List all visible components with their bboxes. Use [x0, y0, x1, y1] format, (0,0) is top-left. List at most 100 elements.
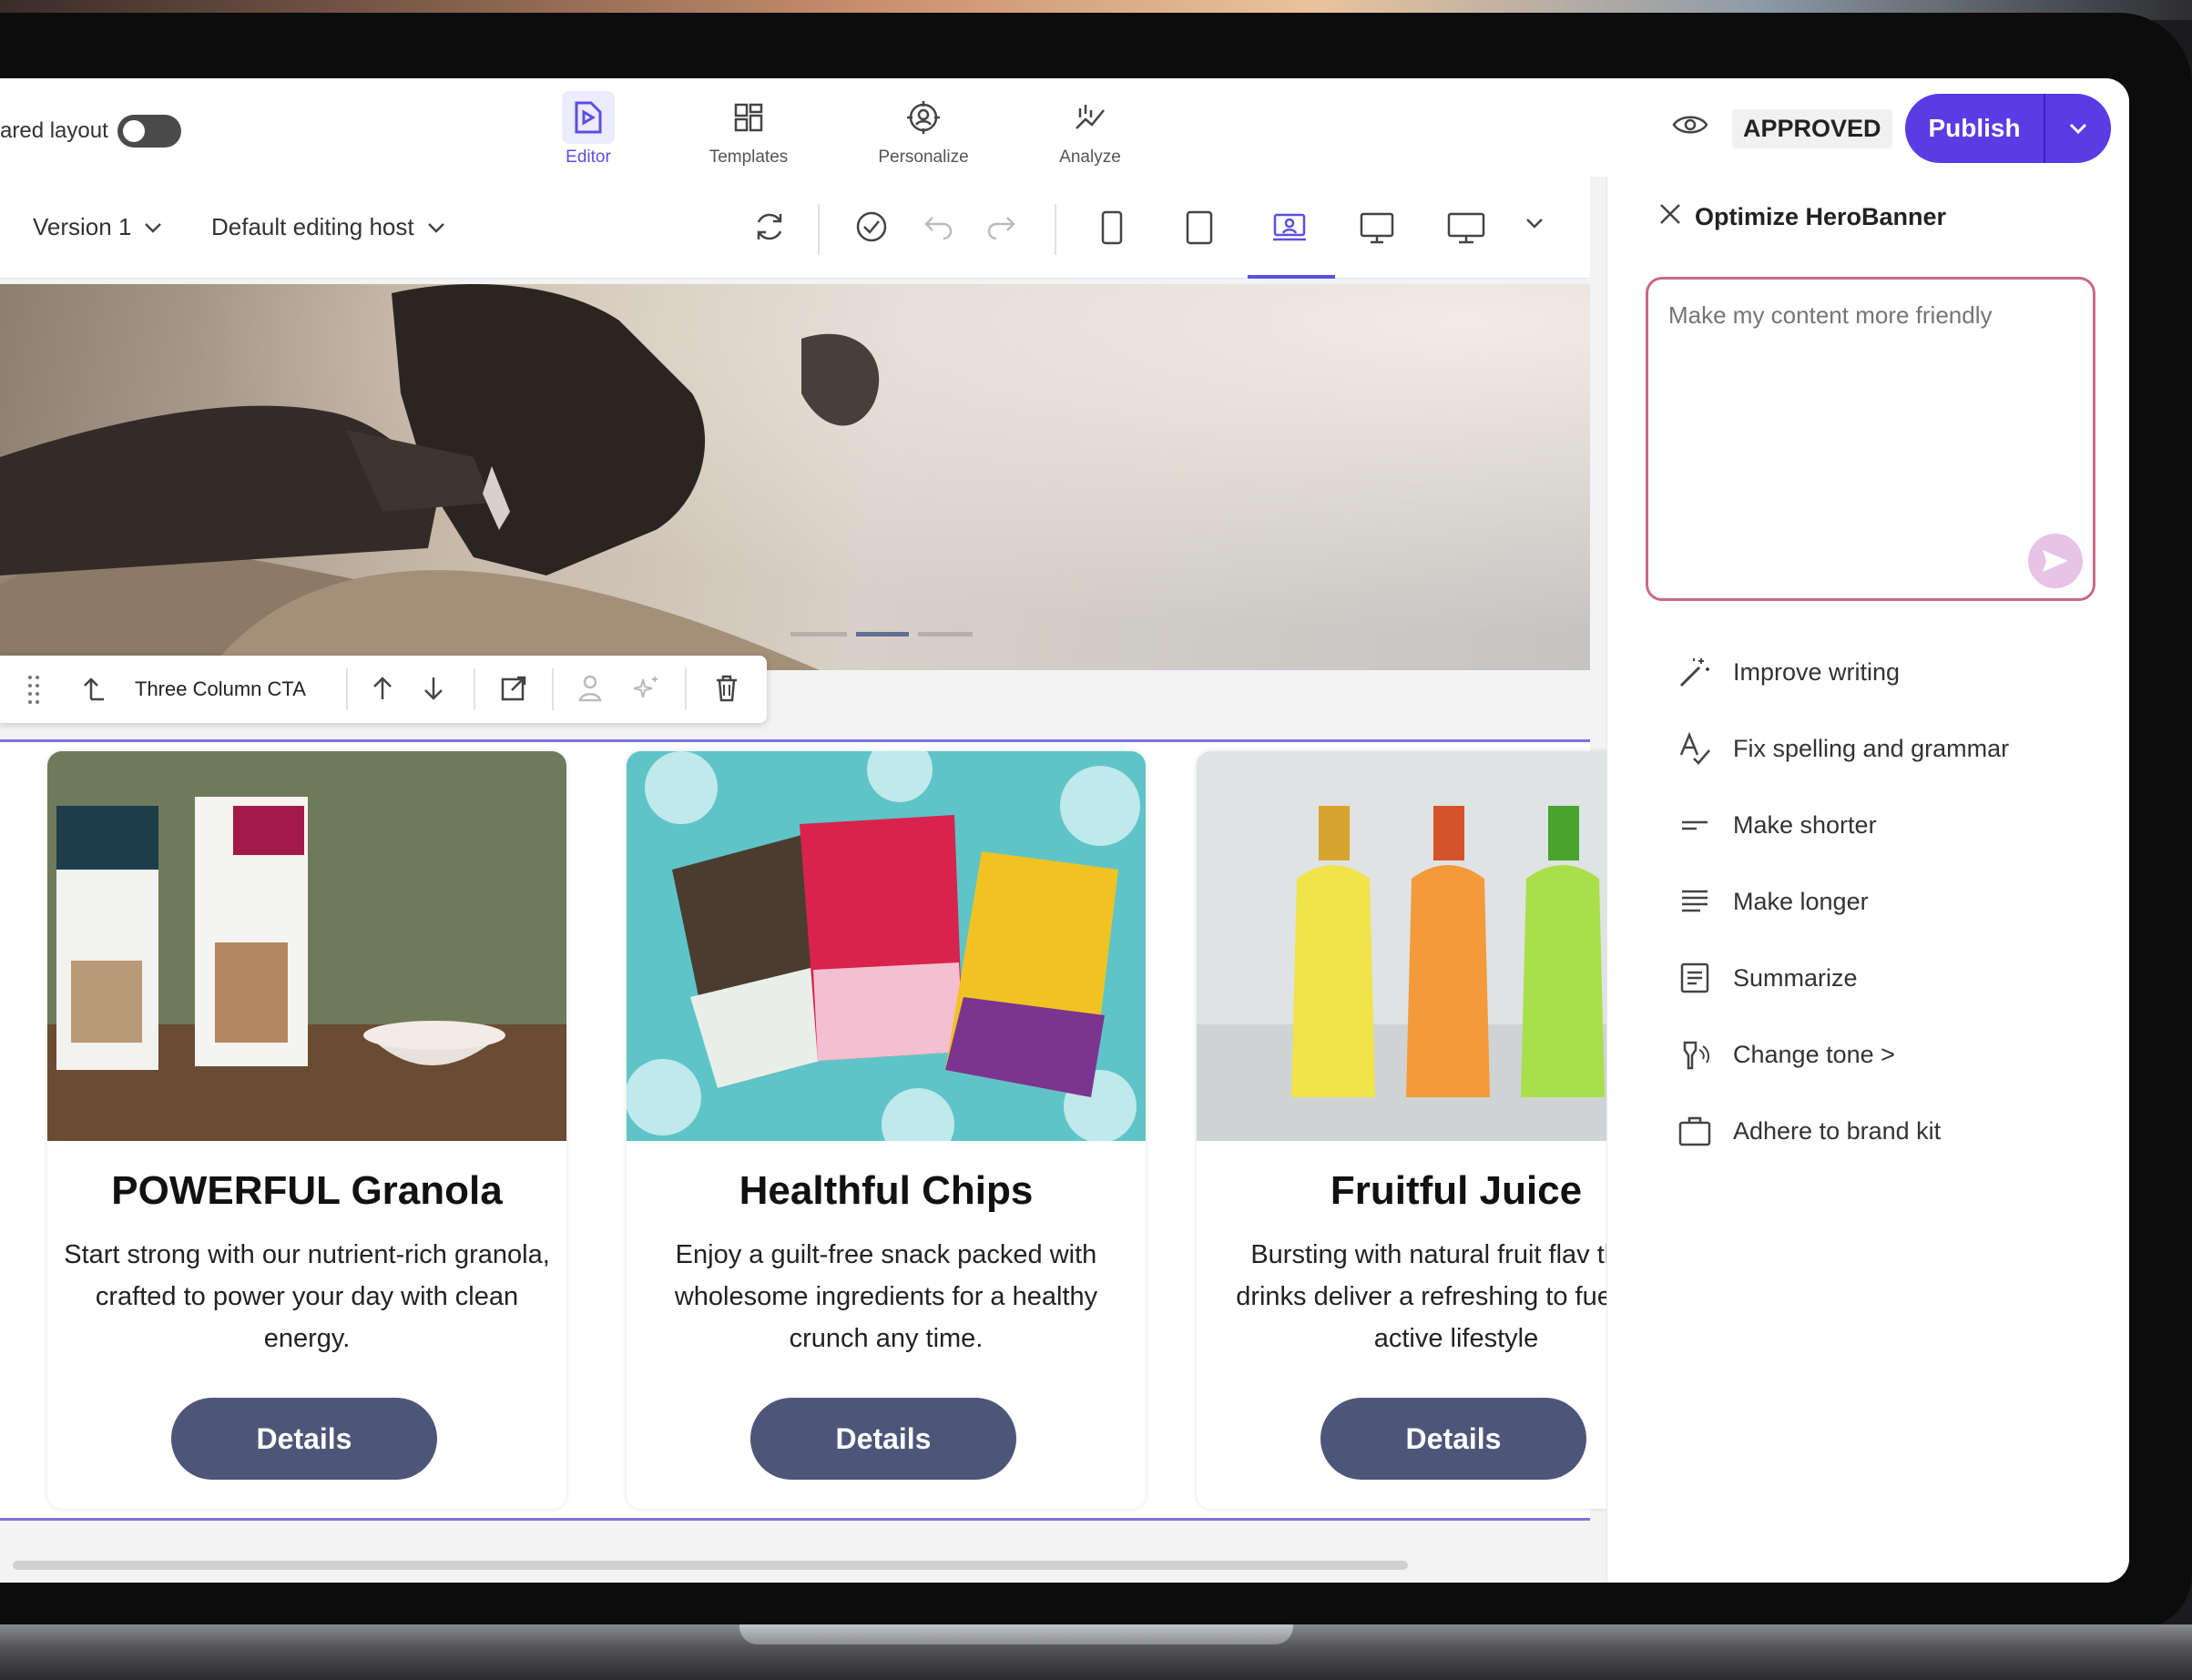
- details-button[interactable]: Details: [750, 1398, 1016, 1480]
- three-column-cta: POWERFUL Granola Start strong with our n…: [0, 739, 1716, 1521]
- action-brand-kit[interactable]: Adhere to brand kit: [1677, 1093, 2077, 1169]
- tab-analyze[interactable]: Analyze: [1035, 91, 1145, 168]
- toolbar-divider: [1055, 204, 1056, 255]
- action-fix-spelling[interactable]: Fix spelling and grammar: [1677, 710, 2077, 787]
- hero-photo-person: [0, 284, 1590, 670]
- tab-editor[interactable]: Editor: [534, 91, 643, 168]
- device-wide-desktop-icon[interactable]: [1446, 209, 1486, 250]
- editor-icon: [562, 91, 615, 144]
- shared-layout-toggle[interactable]: [117, 115, 181, 148]
- move-up-icon[interactable]: [370, 674, 395, 708]
- editor-canvas: Version 1 Default editing host POWERFUL …: [0, 177, 1716, 1583]
- action-label: Fix spelling and grammar: [1733, 734, 2010, 762]
- undo-icon[interactable]: [920, 209, 954, 249]
- active-device-indicator: [1248, 275, 1335, 279]
- personalize-icon: [897, 91, 950, 144]
- hero-banner-image[interactable]: [0, 284, 1590, 670]
- move-down-icon[interactable]: [421, 674, 446, 708]
- editor-toolbar: Version 1 Default editing host: [0, 177, 1590, 279]
- redo-icon[interactable]: [985, 209, 1020, 249]
- drag-handle-icon[interactable]: [27, 674, 40, 712]
- version-selector[interactable]: Version 1: [33, 213, 162, 241]
- action-change-tone[interactable]: Change tone >: [1677, 1016, 2077, 1093]
- panel-header: Optimize HeroBanner: [1658, 202, 1946, 232]
- shared-layout-control: ared layout: [0, 115, 181, 148]
- ai-actions-list: Improve writing Fix spelling and grammar…: [1677, 634, 2077, 1169]
- publish-menu-chevron-icon[interactable]: [2045, 122, 2111, 135]
- delete-trash-icon[interactable]: [714, 674, 739, 708]
- refresh-icon[interactable]: [752, 209, 787, 249]
- action-label: Make longer: [1733, 887, 1869, 915]
- granola-image: [47, 751, 566, 1141]
- toolbar-divider: [474, 668, 475, 710]
- action-label: Summarize: [1733, 963, 1858, 992]
- action-label: Change tone >: [1733, 1040, 1895, 1068]
- device-laptop-icon[interactable]: [1271, 209, 1308, 250]
- tab-editor-label: Editor: [566, 148, 611, 167]
- tab-templates-label: Templates: [709, 148, 789, 167]
- cta-card-granola: POWERFUL Granola Start strong with our n…: [47, 751, 566, 1509]
- preview-eye-icon[interactable]: [1672, 111, 1708, 143]
- action-improve-writing[interactable]: Improve writing: [1677, 634, 2077, 710]
- send-icon[interactable]: [2028, 534, 2083, 588]
- card-description: Start strong with our nutrient-rich gran…: [64, 1240, 550, 1353]
- host-selector[interactable]: Default editing host: [211, 213, 445, 241]
- toolbar-divider: [685, 668, 687, 710]
- spellcheck-icon: [1677, 731, 1713, 766]
- scrollbar-thumb[interactable]: [13, 1561, 1408, 1570]
- check-circle-icon[interactable]: [854, 209, 889, 249]
- publish-button[interactable]: Publish: [1905, 114, 2044, 143]
- toolbar-divider: [818, 204, 820, 255]
- action-label: Improve writing: [1733, 657, 1901, 686]
- card-title: POWERFUL Granola: [111, 1168, 503, 1213]
- summarize-icon: [1677, 961, 1713, 995]
- top-navigation: ared layout Editor Templates Personalize: [0, 78, 2129, 177]
- close-icon[interactable]: [1658, 202, 1682, 232]
- open-external-icon[interactable]: [499, 674, 528, 708]
- tab-personalize[interactable]: Personalize: [869, 91, 978, 168]
- device-desktop-icon[interactable]: [1359, 209, 1395, 250]
- action-summarize[interactable]: Summarize: [1677, 940, 2077, 1016]
- action-label: Adhere to brand kit: [1733, 1116, 1942, 1145]
- ai-sparkle-icon[interactable]: [632, 674, 661, 708]
- toolbar-divider: [552, 668, 554, 710]
- action-make-longer[interactable]: Make longer: [1677, 863, 2077, 940]
- publish-button-group: Publish: [1905, 94, 2111, 163]
- tab-analyze-label: Analyze: [1059, 148, 1121, 167]
- panel-title: Optimize HeroBanner: [1695, 203, 1947, 230]
- chevron-down-icon: [145, 222, 162, 233]
- select-parent-icon[interactable]: [82, 674, 107, 708]
- cta-card-chips: Healthful Chips Enjoy a guilt-free snack…: [627, 751, 1146, 1509]
- more-devices-chevron-icon[interactable]: [1524, 217, 1545, 234]
- status-badge: APPROVED: [1732, 109, 1892, 148]
- app-screen: ared layout Editor Templates Personalize: [0, 78, 2129, 1583]
- prompt-input[interactable]: [1646, 277, 2095, 601]
- card-title: Healthful Chips: [739, 1168, 1034, 1213]
- magic-wand-icon: [1677, 655, 1713, 689]
- tab-personalize-label: Personalize: [878, 148, 969, 167]
- carousel-dot[interactable]: [918, 632, 973, 636]
- shared-layout-label: ared layout: [0, 118, 108, 143]
- carousel-dot-active[interactable]: [856, 632, 909, 636]
- tab-templates[interactable]: Templates: [694, 91, 803, 168]
- templates-icon: [722, 91, 775, 144]
- carousel-dot[interactable]: [790, 632, 847, 636]
- tone-icon: [1677, 1037, 1713, 1072]
- component-toolbar: Three Column CTA: [0, 656, 767, 723]
- personalize-component-icon[interactable]: [577, 674, 603, 708]
- details-button[interactable]: Details: [171, 1398, 437, 1480]
- toolbar-divider: [346, 668, 348, 710]
- laptop-notch: [739, 1624, 1293, 1644]
- action-make-shorter[interactable]: Make shorter: [1677, 787, 2077, 863]
- briefcase-icon: [1677, 1114, 1713, 1148]
- chevron-down-icon: [427, 222, 444, 233]
- host-label: Default editing host: [211, 213, 414, 240]
- device-phone-icon[interactable]: [1098, 209, 1126, 250]
- card-description: Enjoy a guilt-free snack packed with who…: [674, 1240, 1098, 1353]
- device-tablet-icon[interactable]: [1184, 209, 1215, 250]
- component-name: Three Column CTA: [135, 677, 306, 700]
- lengthen-icon: [1677, 884, 1713, 919]
- horizontal-scrollbar[interactable]: [0, 1555, 1590, 1575]
- details-button[interactable]: Details: [1320, 1398, 1586, 1480]
- chips-image: [627, 751, 1146, 1141]
